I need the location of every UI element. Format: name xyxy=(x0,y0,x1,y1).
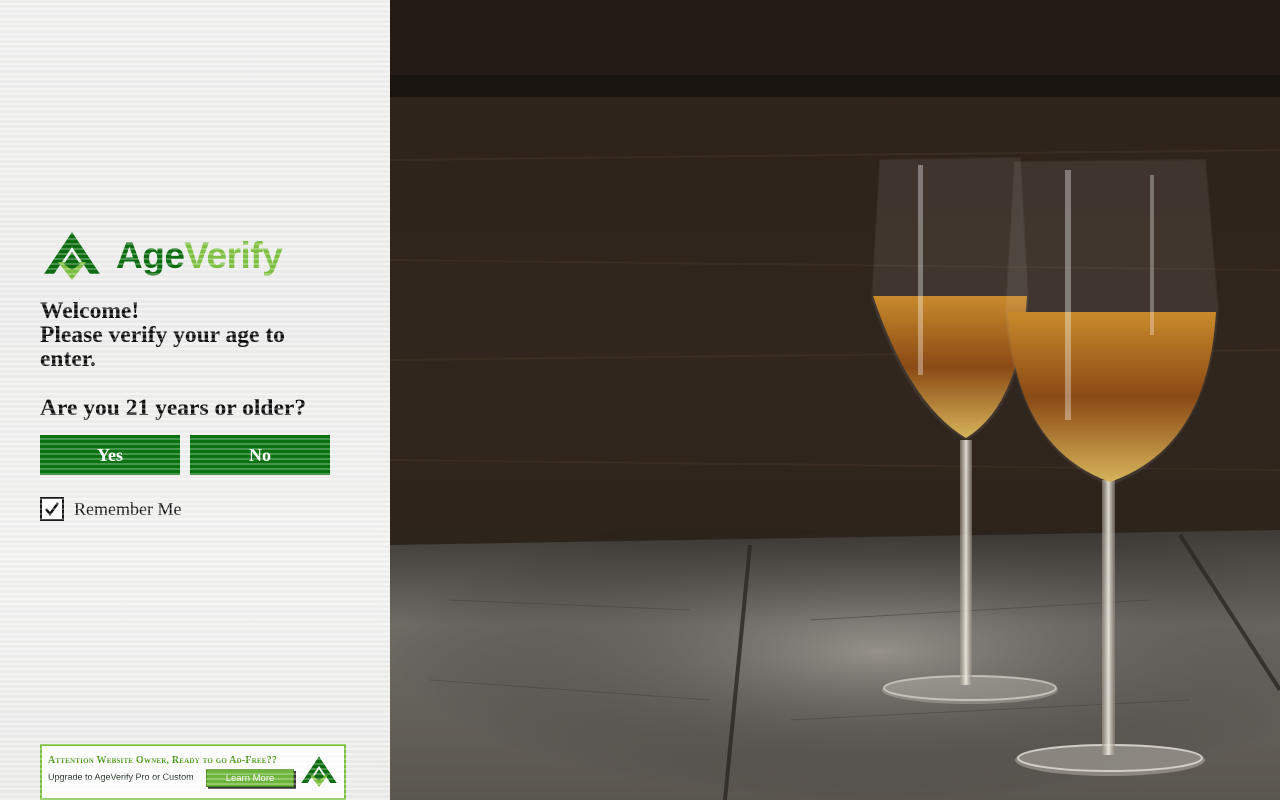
age-question: Are you 21 years or older? xyxy=(40,395,307,421)
logo-word-age: Age xyxy=(116,234,185,276)
background-photo xyxy=(390,0,1280,800)
ad-headline: Attention Website Owner, Ready to go Ad-… xyxy=(48,755,278,766)
remember-me[interactable]: Remember Me xyxy=(40,497,181,521)
ageverify-logo-icon xyxy=(44,232,100,280)
ad-banner[interactable]: Attention Website Owner, Ready to go Ad-… xyxy=(40,744,346,800)
age-gate-panel: AgeVerify Welcome! Please verify your ag… xyxy=(0,0,390,800)
ageverify-logo-icon xyxy=(301,756,337,787)
no-button[interactable]: No xyxy=(190,435,330,475)
ageverify-logo: AgeVerify xyxy=(42,229,302,281)
instruction-line2: enter. xyxy=(40,346,96,372)
instruction-line1: Please verify your age to xyxy=(40,322,285,348)
remember-me-checkbox[interactable] xyxy=(40,497,64,521)
logo-word-verify: Verify xyxy=(184,234,283,276)
checkmark-icon xyxy=(45,502,59,516)
learn-more-button[interactable]: Learn More xyxy=(206,769,294,787)
welcome-title: Welcome! xyxy=(40,298,140,324)
yes-button[interactable]: Yes xyxy=(40,435,180,475)
remember-me-label: Remember Me xyxy=(74,498,182,519)
ad-subtext: Upgrade to AgeVerify Pro or Custom xyxy=(48,772,194,782)
wine-glasses-image xyxy=(390,0,1280,800)
logo-wordmark: AgeVerify xyxy=(116,234,283,276)
welcome-heading: Welcome! Please verify your age to enter… xyxy=(40,299,340,371)
